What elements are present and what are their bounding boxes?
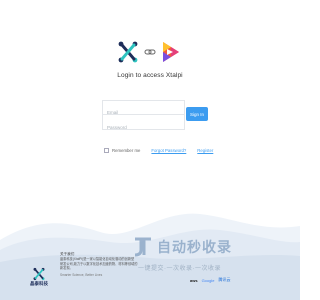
login-form [102, 100, 185, 135]
watermark-main: 自动秒收录 [132, 236, 232, 258]
page-title: Login to access Xtalpi [117, 72, 183, 79]
forgot-password-link[interactable]: Forgot Password? [151, 148, 186, 153]
footer-brand-name: 晶泰科技 [30, 281, 48, 286]
sign-in-button[interactable]: Sign In [186, 107, 208, 121]
link-chain-icon [144, 49, 156, 55]
watermark-subtext: 一键提交·一次收录·一次收录 [138, 266, 221, 272]
watermark: 自动秒收录 一键提交·一次收录·一次收录 [132, 236, 292, 282]
register-link[interactable]: Register [197, 148, 213, 153]
remember-me-checkbox[interactable] [104, 147, 109, 153]
password-field[interactable] [103, 120, 184, 135]
colorful-play-logo-icon [163, 42, 179, 62]
footer-brand-logo-icon [33, 267, 45, 281]
login-options: Remember me Forgot Password? Register [104, 146, 224, 154]
password-field-wrapper [103, 116, 184, 135]
remember-me-label: Remember me [112, 147, 141, 153]
xtalpi-logo-icon [118, 41, 138, 63]
watermark-logo-icon [134, 237, 151, 257]
email-field-wrapper [103, 101, 184, 119]
watermark-text: 自动秒收录 [157, 239, 232, 255]
header-logos [0, 40, 300, 66]
